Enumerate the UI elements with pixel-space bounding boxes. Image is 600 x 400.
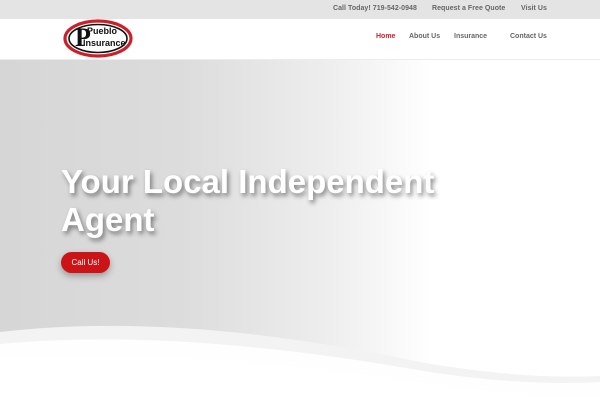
hero-wave-divider [0,325,600,400]
logo-line2: Insurance [83,38,126,48]
hero-title: Your Local Independent Agent [61,163,435,238]
phone-link[interactable]: Call Today! 719-542-0948 [333,5,417,12]
nav-insurance[interactable]: Insurance [454,33,487,40]
visit-us-link[interactable]: Visit Us [521,5,547,12]
hero-section: Your Local Independent Agent Call Us! [0,60,600,400]
logo-line1: Pueblo [87,26,118,36]
top-bar: Call Today! 719-542-0948 Request a Free … [0,0,600,19]
nav-about-us[interactable]: About Us [409,33,440,40]
nav-home[interactable]: Home [376,33,395,40]
pueblo-insurance-logo[interactable]: P Pueblo Insurance [63,19,133,58]
request-quote-link[interactable]: Request a Free Quote [432,5,505,12]
site-header: P Pueblo Insurance Home About Us Insuran… [0,19,600,60]
nav-contact-us[interactable]: Contact Us [510,33,547,40]
call-us-button[interactable]: Call Us! [61,252,110,273]
